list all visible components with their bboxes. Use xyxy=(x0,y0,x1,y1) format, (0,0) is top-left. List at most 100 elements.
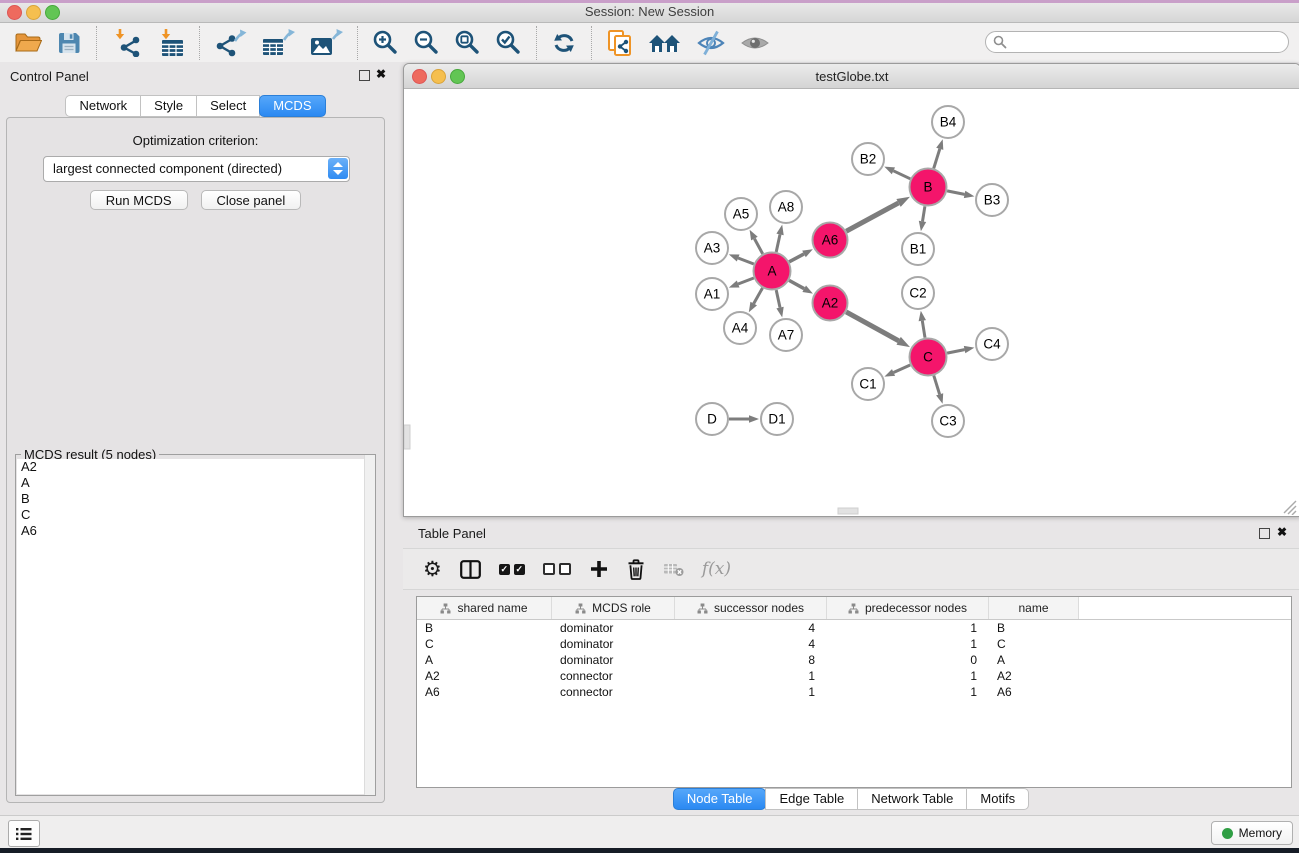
graph-node-label: C1 xyxy=(859,377,876,392)
table-row[interactable]: Cdominator41C xyxy=(417,636,1291,652)
table-row[interactable]: Bdominator41B xyxy=(417,620,1291,636)
close-panel-icon[interactable]: ✖ xyxy=(376,67,386,81)
mcds-result-item[interactable]: B xyxy=(17,491,374,507)
desktop-background-strip xyxy=(0,848,1299,853)
table-close-icon[interactable]: ✖ xyxy=(1277,525,1287,539)
table-cell: C xyxy=(417,636,552,652)
import-network-button[interactable] xyxy=(111,29,141,57)
mcds-result-item[interactable]: A6 xyxy=(17,523,374,539)
column-header-name[interactable]: name xyxy=(989,597,1079,619)
mcds-result-item[interactable]: C xyxy=(17,507,374,523)
main-toolbar xyxy=(0,23,1299,63)
table-row[interactable]: Adominator80A xyxy=(417,652,1291,668)
tab-motifs[interactable]: Motifs xyxy=(966,788,1029,810)
column-header-MCDS-role[interactable]: MCDS role xyxy=(552,597,675,619)
graph-node-label: C4 xyxy=(983,337,1001,352)
export-network-button[interactable] xyxy=(214,29,247,57)
table-row[interactable]: A6connector11A6 xyxy=(417,684,1291,700)
import-network-icon xyxy=(111,29,141,57)
column-visibility-icon[interactable] xyxy=(460,560,481,579)
column-header-predecessor-nodes[interactable]: predecessor nodes xyxy=(827,597,989,619)
hide-selected-button[interactable] xyxy=(696,30,726,56)
export-table-button[interactable] xyxy=(261,29,295,57)
column-type-icon xyxy=(575,603,586,614)
graph-node-label: A8 xyxy=(778,200,795,215)
table-cell: A2 xyxy=(417,668,552,684)
network-window-titlebar: testGlobe.txt xyxy=(404,64,1299,89)
tab-style[interactable]: Style xyxy=(140,95,197,117)
network-window-title: testGlobe.txt xyxy=(404,69,1299,84)
tab-network[interactable]: Network xyxy=(65,95,141,117)
column-header-shared-name[interactable]: shared name xyxy=(417,597,552,619)
deselect-all-rows-icon[interactable] xyxy=(543,563,571,575)
graph-node-label: B4 xyxy=(940,115,957,130)
mcds-tab-content: Optimization criterion: largest connecte… xyxy=(6,117,385,803)
control-panel-header: Control Panel ✖ xyxy=(0,62,391,88)
zoom-fit-button[interactable] xyxy=(454,29,481,56)
mcds-result-item[interactable]: A xyxy=(17,475,374,491)
network-canvas[interactable]: B4B2BB3A5A8A6A3AB1A1A2C2A4A7C4CC1C3DD1 xyxy=(404,89,1298,515)
table-toolbar: ⚙ ✓✓ xyxy=(403,548,1299,590)
graph-node-label: A4 xyxy=(732,321,749,336)
float-panel-icon[interactable] xyxy=(359,70,370,81)
node-table-header: shared nameMCDS rolesuccessor nodesprede… xyxy=(417,597,1291,620)
vertical-scrollbar-stub[interactable] xyxy=(404,425,410,449)
save-icon xyxy=(56,30,82,56)
network-graph[interactable]: B4B2BB3A5A8A6A3AB1A1A2C2A4A7C4CC1C3DD1 xyxy=(404,89,1298,515)
select-all-rows-icon[interactable]: ✓✓ xyxy=(499,564,525,575)
zoom-in-icon xyxy=(372,29,399,56)
table-cell: 1 xyxy=(827,620,989,636)
table-row[interactable]: A2connector11A2 xyxy=(417,668,1291,684)
column-header-successor-nodes[interactable]: successor nodes xyxy=(675,597,827,619)
titlebar-accent xyxy=(0,0,1299,3)
add-column-icon[interactable] xyxy=(589,559,609,579)
delete-column-trash-icon[interactable] xyxy=(627,559,645,580)
table-options-gear-icon[interactable]: ⚙ xyxy=(423,559,442,580)
tab-select[interactable]: Select xyxy=(196,95,260,117)
table-cell: B xyxy=(989,620,1079,636)
mcds-result-list[interactable]: A2ABCA6 xyxy=(17,459,374,794)
run-mcds-button[interactable]: Run MCDS xyxy=(90,190,188,210)
zoom-selected-button[interactable] xyxy=(495,29,522,56)
column-type-icon xyxy=(848,603,859,614)
import-table-button[interactable] xyxy=(155,29,185,57)
close-panel-button[interactable]: Close panel xyxy=(201,190,302,210)
save-session-button[interactable] xyxy=(56,30,82,56)
mcds-result-box: MCDS result (5 nodes) A2ABCA6 xyxy=(15,454,376,796)
tab-network-table[interactable]: Network Table xyxy=(857,788,967,810)
show-all-button[interactable] xyxy=(740,32,770,54)
task-history-button[interactable] xyxy=(8,820,40,847)
zoom-out-button[interactable] xyxy=(413,29,440,56)
tab-node-table[interactable]: Node Table xyxy=(673,788,767,810)
search-input[interactable] xyxy=(985,31,1289,53)
memory-button[interactable]: Memory xyxy=(1211,821,1293,845)
table-panel-title: Table Panel xyxy=(418,526,486,541)
table-cell: 1 xyxy=(827,636,989,652)
zoom-in-button[interactable] xyxy=(372,29,399,56)
table-panel: Table Panel ✖ ⚙ ✓✓ xyxy=(403,520,1299,813)
control-panel-tabs: NetworkStyleSelectMCDS xyxy=(0,95,391,117)
titlebar: Session: New Session xyxy=(0,0,1299,23)
function-builder-icon[interactable]: f(x) xyxy=(702,559,731,579)
zoom-out-icon xyxy=(413,29,440,56)
result-list-scrollbar[interactable] xyxy=(364,455,375,795)
table-float-icon[interactable] xyxy=(1259,528,1270,539)
zoom-selected-icon xyxy=(495,29,522,56)
criterion-dropdown-value: largest connected component (directed) xyxy=(53,161,282,176)
table-cell: A6 xyxy=(989,684,1079,700)
tab-mcds[interactable]: MCDS xyxy=(259,95,325,117)
graph-node-label: B1 xyxy=(910,242,927,257)
graph-node-label: A6 xyxy=(822,233,839,248)
horizontal-scrollbar-stub[interactable] xyxy=(838,508,858,514)
open-session-button[interactable] xyxy=(14,30,42,56)
graph-node-label: C3 xyxy=(939,414,956,429)
refresh-view-button[interactable] xyxy=(551,30,577,56)
criterion-dropdown[interactable]: largest connected component (directed) xyxy=(43,156,350,182)
export-image-button[interactable] xyxy=(309,29,343,57)
clone-network-button[interactable] xyxy=(606,29,634,57)
resize-grip-icon[interactable] xyxy=(1284,501,1296,515)
mcds-result-item[interactable]: A2 xyxy=(17,459,374,475)
delete-table-icon[interactable] xyxy=(663,562,684,577)
network-overview-button[interactable] xyxy=(648,31,682,55)
tab-edge-table[interactable]: Edge Table xyxy=(765,788,858,810)
